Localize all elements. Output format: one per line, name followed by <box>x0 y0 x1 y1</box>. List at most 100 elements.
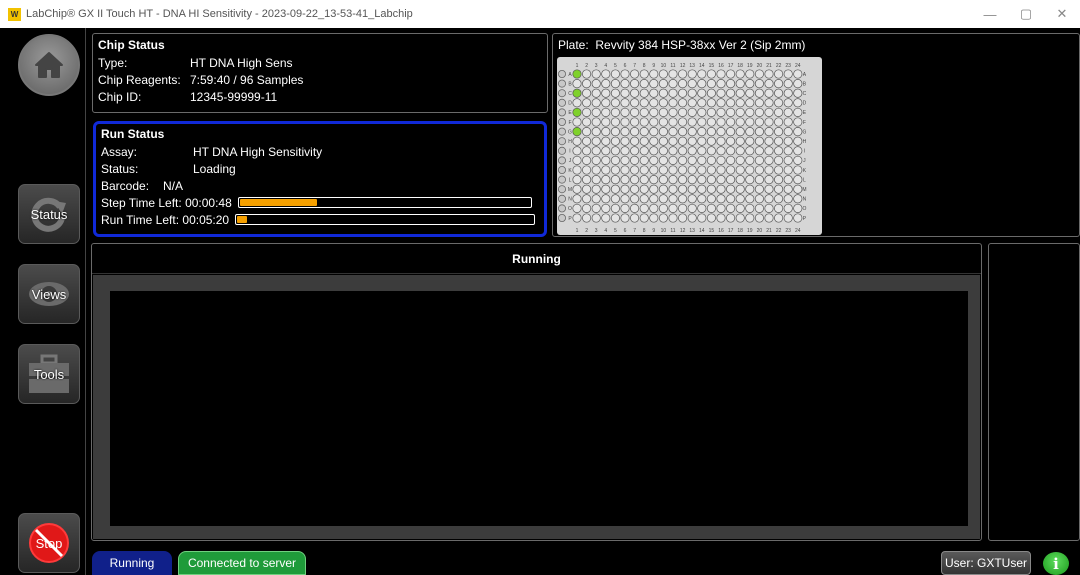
plate-well[interactable] <box>774 107 784 117</box>
plate-well[interactable] <box>697 165 707 175</box>
plate-well[interactable] <box>706 146 716 156</box>
plate-well[interactable] <box>678 175 688 185</box>
plate-well[interactable] <box>754 88 764 98</box>
plate-well[interactable] <box>783 98 793 108</box>
plate-well[interactable] <box>745 127 755 137</box>
plate-well[interactable] <box>630 203 640 213</box>
plate-well[interactable] <box>706 194 716 204</box>
plate-well[interactable] <box>783 79 793 89</box>
plate-well[interactable] <box>754 146 764 156</box>
plate-well[interactable] <box>620 117 630 127</box>
plate-well[interactable] <box>764 69 774 79</box>
minimize-button[interactable]: — <box>972 0 1008 28</box>
plate-well[interactable] <box>735 127 745 137</box>
plate-well[interactable] <box>687 203 697 213</box>
plate-well[interactable] <box>783 136 793 146</box>
plate-well[interactable] <box>735 107 745 117</box>
plate-well[interactable] <box>649 79 659 89</box>
plate-well[interactable] <box>726 184 736 194</box>
plate-well[interactable] <box>716 136 726 146</box>
plate-well[interactable] <box>735 165 745 175</box>
plate-well[interactable] <box>610 155 620 165</box>
plate-well[interactable] <box>582 184 592 194</box>
plate-well[interactable] <box>687 194 697 204</box>
plate-well[interactable] <box>668 127 678 137</box>
plate-well[interactable] <box>572 136 582 146</box>
plate-well[interactable] <box>610 107 620 117</box>
plate-well[interactable] <box>668 98 678 108</box>
plate-well[interactable] <box>582 127 592 137</box>
plate-well[interactable] <box>620 88 630 98</box>
plate-well[interactable] <box>745 79 755 89</box>
plate-well[interactable] <box>716 69 726 79</box>
plate-well[interactable] <box>706 184 716 194</box>
plate-well[interactable] <box>591 117 601 127</box>
plate-well[interactable] <box>649 175 659 185</box>
plate-well[interactable] <box>783 203 793 213</box>
plate-well[interactable] <box>649 146 659 156</box>
plate-well[interactable] <box>620 107 630 117</box>
plate-well[interactable] <box>601 203 611 213</box>
plate-well[interactable] <box>639 136 649 146</box>
plate-well[interactable] <box>774 136 784 146</box>
plate-well[interactable] <box>754 117 764 127</box>
plate-well[interactable] <box>745 136 755 146</box>
plate-well[interactable] <box>697 213 707 223</box>
plate-well[interactable] <box>601 146 611 156</box>
plate-well[interactable] <box>745 175 755 185</box>
plate-well[interactable] <box>726 69 736 79</box>
plate-well[interactable] <box>582 175 592 185</box>
plate-well[interactable] <box>764 117 774 127</box>
plate-well[interactable] <box>706 88 716 98</box>
plate-well[interactable] <box>726 136 736 146</box>
plate-well[interactable] <box>697 88 707 98</box>
plate-well[interactable] <box>668 146 678 156</box>
plate-well[interactable] <box>726 165 736 175</box>
plate-well[interactable] <box>572 184 582 194</box>
plate-well[interactable] <box>774 69 784 79</box>
plate-well[interactable] <box>716 175 726 185</box>
plate-well[interactable] <box>783 117 793 127</box>
plate-well[interactable] <box>658 184 668 194</box>
plate-well[interactable] <box>601 175 611 185</box>
plate-well[interactable] <box>754 136 764 146</box>
plate-well[interactable] <box>735 203 745 213</box>
maximize-button[interactable]: ▢ <box>1008 0 1044 28</box>
plate-well[interactable] <box>706 69 716 79</box>
plate-well[interactable] <box>668 194 678 204</box>
plate-well[interactable] <box>639 98 649 108</box>
plate-well[interactable] <box>572 146 582 156</box>
plate-well[interactable] <box>716 194 726 204</box>
plate-well[interactable] <box>764 79 774 89</box>
plate-well[interactable] <box>793 146 803 156</box>
plate-well[interactable] <box>591 146 601 156</box>
plate-well[interactable] <box>687 136 697 146</box>
plate-well[interactable] <box>774 155 784 165</box>
stop-button[interactable]: Stop <box>18 513 80 573</box>
plate-well[interactable] <box>601 155 611 165</box>
plate-well[interactable] <box>601 213 611 223</box>
plate-well[interactable] <box>687 155 697 165</box>
plate-well[interactable] <box>793 155 803 165</box>
plate-well[interactable] <box>658 98 668 108</box>
plate-well[interactable] <box>591 107 601 117</box>
plate-well[interactable] <box>793 117 803 127</box>
plate-well[interactable] <box>793 213 803 223</box>
plate-well[interactable] <box>726 107 736 117</box>
plate-well[interactable] <box>745 98 755 108</box>
plate-well[interactable] <box>697 136 707 146</box>
plate-well[interactable] <box>572 69 582 79</box>
plate-well[interactable] <box>601 107 611 117</box>
plate-well[interactable] <box>649 203 659 213</box>
plate-well[interactable] <box>639 194 649 204</box>
plate-well[interactable] <box>783 107 793 117</box>
plate-well[interactable] <box>793 136 803 146</box>
plate-well[interactable] <box>687 88 697 98</box>
plate-well[interactable] <box>716 117 726 127</box>
plate-well[interactable] <box>639 165 649 175</box>
plate-well[interactable] <box>774 175 784 185</box>
plate-well[interactable] <box>678 146 688 156</box>
plate-well[interactable] <box>610 194 620 204</box>
plate-well[interactable] <box>630 184 640 194</box>
plate-well[interactable] <box>649 88 659 98</box>
